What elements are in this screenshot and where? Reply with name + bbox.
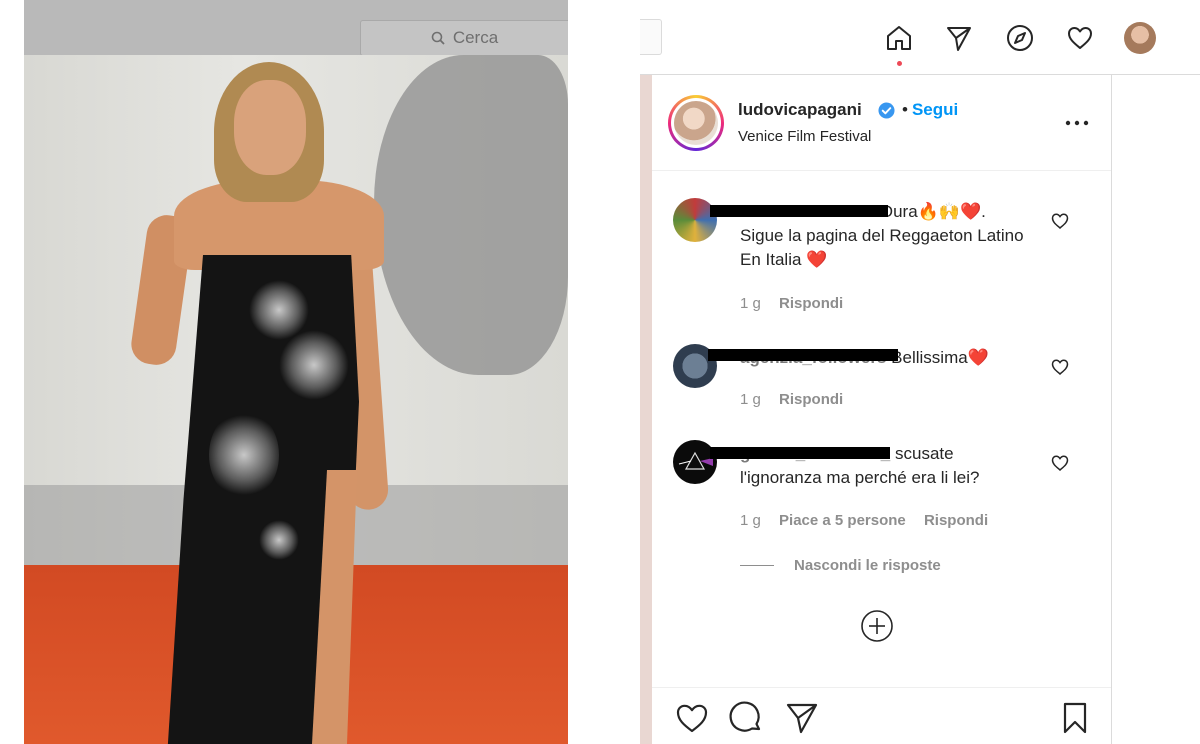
comment-time[interactable]: 1 g bbox=[740, 295, 761, 312]
nav-search-input[interactable] bbox=[640, 19, 662, 55]
post-photo: Cerca bbox=[24, 0, 568, 744]
share-icon[interactable] bbox=[784, 700, 820, 736]
save-bookmark-icon[interactable] bbox=[1057, 700, 1093, 736]
comment-time[interactable]: 1 g bbox=[740, 512, 761, 529]
load-more-comments-icon[interactable] bbox=[860, 609, 894, 643]
comment-meta: 1 g Rispondi bbox=[740, 391, 857, 408]
explore-icon[interactable] bbox=[1004, 22, 1036, 54]
search-icon bbox=[431, 31, 445, 45]
top-nav bbox=[640, 0, 1200, 75]
divider-line bbox=[740, 565, 774, 566]
post-panel: ludovicapagani • Segui Venice Film Festiv… bbox=[640, 75, 1112, 744]
author-username[interactable]: ludovicapagani bbox=[738, 100, 862, 120]
dress-embroidery bbox=[259, 520, 299, 560]
story-ring[interactable] bbox=[668, 95, 724, 151]
post-header: ludovicapagani • Segui Venice Film Festiv… bbox=[652, 75, 1111, 171]
redaction-bar bbox=[708, 349, 898, 361]
hide-replies-label: Nascondi le risposte bbox=[794, 557, 941, 574]
comment-like-icon[interactable] bbox=[1050, 211, 1070, 231]
search-placeholder: Cerca bbox=[452, 28, 499, 47]
comment-icon[interactable] bbox=[728, 700, 764, 736]
comment-likes-count[interactable]: Piace a 5 persone bbox=[779, 512, 906, 529]
direct-icon[interactable] bbox=[943, 22, 975, 54]
home-active-dot bbox=[897, 61, 902, 66]
comment-time[interactable]: 1 g bbox=[740, 391, 761, 408]
comment-like-icon[interactable] bbox=[1050, 357, 1070, 377]
redaction-bar bbox=[710, 205, 888, 217]
comment-meta: 1 g Rispondi bbox=[740, 295, 857, 312]
redaction-bar bbox=[710, 447, 890, 459]
dress-embroidery bbox=[279, 330, 349, 400]
hide-replies-button[interactable]: Nascondi le risposte bbox=[740, 557, 941, 574]
reply-button[interactable]: Rispondi bbox=[779, 295, 843, 312]
dress-embroidery bbox=[209, 410, 279, 500]
comment-text: Bellissima❤️ bbox=[891, 348, 989, 367]
like-icon[interactable] bbox=[674, 700, 710, 736]
reply-button[interactable]: Rispondi bbox=[924, 512, 988, 529]
author-avatar bbox=[674, 101, 718, 145]
profile-avatar[interactable] bbox=[1124, 22, 1156, 54]
comment-like-icon[interactable] bbox=[1050, 453, 1070, 473]
verified-badge-icon bbox=[878, 102, 895, 119]
dress-embroidery bbox=[249, 280, 309, 340]
activity-heart-icon[interactable] bbox=[1064, 22, 1096, 54]
more-options-icon[interactable] bbox=[1062, 113, 1092, 133]
reply-button[interactable]: Rispondi bbox=[779, 391, 843, 408]
photo-search-box: Cerca bbox=[360, 20, 568, 56]
home-icon[interactable] bbox=[883, 22, 915, 54]
figure-face bbox=[234, 80, 306, 175]
post-location[interactable]: Venice Film Festival bbox=[738, 128, 871, 145]
post-actions-bar bbox=[652, 687, 1111, 744]
comment-meta: 1 g Piace a 5 persone Rispondi bbox=[740, 512, 1002, 529]
follow-button[interactable]: • Segui bbox=[902, 100, 958, 120]
